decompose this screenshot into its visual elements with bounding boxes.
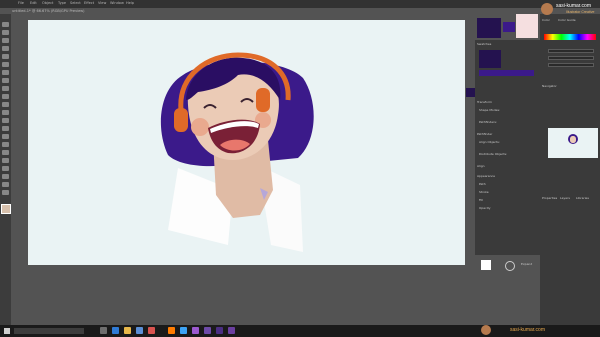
menu-view[interactable]: View — [98, 1, 106, 5]
task-view-icon[interactable] — [100, 327, 107, 334]
width-tool-icon[interactable] — [2, 110, 9, 115]
color-block-1 — [477, 18, 501, 38]
bridge-icon[interactable] — [228, 327, 235, 334]
menu-object[interactable]: Object — [42, 1, 53, 5]
color-spectrum[interactable] — [544, 34, 596, 40]
headphone-left-cup — [174, 108, 188, 132]
section-transform[interactable]: Transform — [477, 100, 492, 104]
section-properties[interactable]: Properties — [542, 196, 557, 200]
eyedropper-tool-icon[interactable] — [2, 134, 9, 139]
menu-type[interactable]: Type — [58, 1, 66, 5]
direct-selection-icon[interactable] — [2, 30, 9, 35]
no-fill-icon[interactable] — [505, 261, 515, 271]
navigator-thumbnail[interactable] — [548, 128, 598, 158]
premiere-icon[interactable] — [192, 327, 199, 334]
section-libraries[interactable]: Libraries — [576, 196, 589, 200]
section-align[interactable]: Align — [477, 164, 485, 168]
illustration[interactable] — [28, 20, 465, 265]
label-stroke: Stroke — [479, 190, 489, 194]
scale-tool-icon[interactable] — [2, 102, 9, 107]
color-block-2 — [503, 22, 515, 32]
shape-builder-icon[interactable] — [2, 118, 9, 123]
zoom-tool-icon[interactable] — [2, 190, 9, 195]
label-distribute-objects: Distribute Objects: — [479, 152, 508, 156]
swatch-preview-2 — [479, 70, 534, 76]
paintbrush-tool-icon[interactable] — [2, 70, 9, 75]
cheek-left — [191, 118, 209, 136]
menu-help[interactable]: Help — [126, 1, 134, 5]
tab-color-guide[interactable]: Color Guide — [558, 18, 576, 22]
label-opacity: Opacity — [479, 206, 491, 210]
explorer-icon[interactable] — [124, 327, 131, 334]
menu-edit[interactable]: Edit — [30, 1, 37, 5]
headphone-right-cup — [256, 88, 270, 112]
tab-color[interactable]: Color — [542, 18, 550, 22]
menu-effect[interactable]: Effect — [84, 1, 94, 5]
slice-tool-icon[interactable] — [2, 174, 9, 179]
watermark-bottom: sasi-kumar.com — [510, 327, 546, 333]
document-tab-label: untitled-1* @ 66.67% (RGB/GPU Preview) — [12, 9, 85, 13]
right-panel: Swatches Transform Shape Modes: Pathfind… — [475, 40, 540, 271]
blend-tool-icon[interactable] — [2, 142, 9, 147]
graph-tool-icon[interactable] — [2, 158, 9, 163]
watermark-top-sub: Illustrator Creative — [566, 10, 595, 14]
swatch-preview — [479, 50, 501, 68]
photoshop-icon[interactable] — [180, 327, 187, 334]
label-pathfinders: Pathfinders: — [479, 120, 497, 124]
menu-select[interactable]: Select — [70, 1, 81, 5]
artboard-tool-icon[interactable] — [2, 166, 9, 171]
menu-window[interactable]: Window — [110, 1, 124, 5]
hand-tool-icon[interactable] — [2, 182, 9, 187]
rotate-tool-icon[interactable] — [2, 94, 9, 99]
line-tool-icon[interactable] — [2, 54, 9, 59]
store-icon[interactable] — [136, 327, 143, 334]
section-navigator[interactable]: Navigator — [542, 84, 557, 88]
section-layers[interactable]: Layers — [560, 196, 570, 200]
label-fill: Fill — [479, 198, 484, 202]
tools-panel — [0, 14, 11, 334]
symbol-sprayer-icon[interactable] — [2, 150, 9, 155]
type-tool-icon[interactable] — [2, 46, 9, 51]
stroke-preview — [481, 260, 491, 270]
artboard[interactable] — [28, 20, 465, 265]
illustrator-icon[interactable] — [168, 327, 175, 334]
fill-stroke-icon[interactable] — [1, 204, 11, 214]
color-slider-b[interactable] — [548, 63, 594, 67]
aftereffects-icon[interactable] — [204, 327, 211, 334]
pencil-tool-icon[interactable] — [2, 78, 9, 83]
chrome-icon[interactable] — [148, 327, 155, 334]
color-slider-r[interactable] — [548, 49, 594, 53]
color-slider-g[interactable] — [548, 56, 594, 60]
label-path: Path — [479, 182, 486, 186]
search-box[interactable] — [14, 328, 84, 334]
avatar-bottom — [481, 325, 491, 335]
start-icon[interactable] — [4, 328, 10, 334]
rectangle-tool-icon[interactable] — [2, 62, 9, 67]
navigator-figure-face — [570, 136, 576, 143]
media-encoder-icon[interactable] — [216, 327, 223, 334]
expand-button[interactable]: Expand — [521, 262, 532, 266]
selection-tool-icon[interactable] — [2, 22, 9, 27]
gradient-tool-icon[interactable] — [2, 126, 9, 131]
section-appearance[interactable]: Appearance — [477, 174, 495, 178]
label-shape-modes: Shape Modes: — [479, 108, 501, 112]
label-align-objects: Align Objects: — [479, 140, 500, 144]
pen-tool-icon[interactable] — [2, 38, 9, 43]
menu-file[interactable]: File — [18, 1, 24, 5]
eraser-tool-icon[interactable] — [2, 86, 9, 91]
avatar — [541, 3, 553, 15]
panel-tab-swatches[interactable]: Swatches — [477, 42, 491, 46]
edge-icon[interactable] — [112, 327, 119, 334]
menu-bar: File Edit Object Type Select Effect View… — [0, 0, 600, 8]
color-block-3 — [516, 14, 538, 38]
watermark-top-name: sasi-kumar.com — [556, 3, 592, 9]
document-tab[interactable]: untitled-1* @ 66.67% (RGB/GPU Preview) — [12, 9, 312, 15]
far-right-panel: Color Color Guide Navigator Properties L… — [540, 14, 600, 325]
section-pathfinder[interactable]: Pathfinder — [477, 132, 492, 136]
